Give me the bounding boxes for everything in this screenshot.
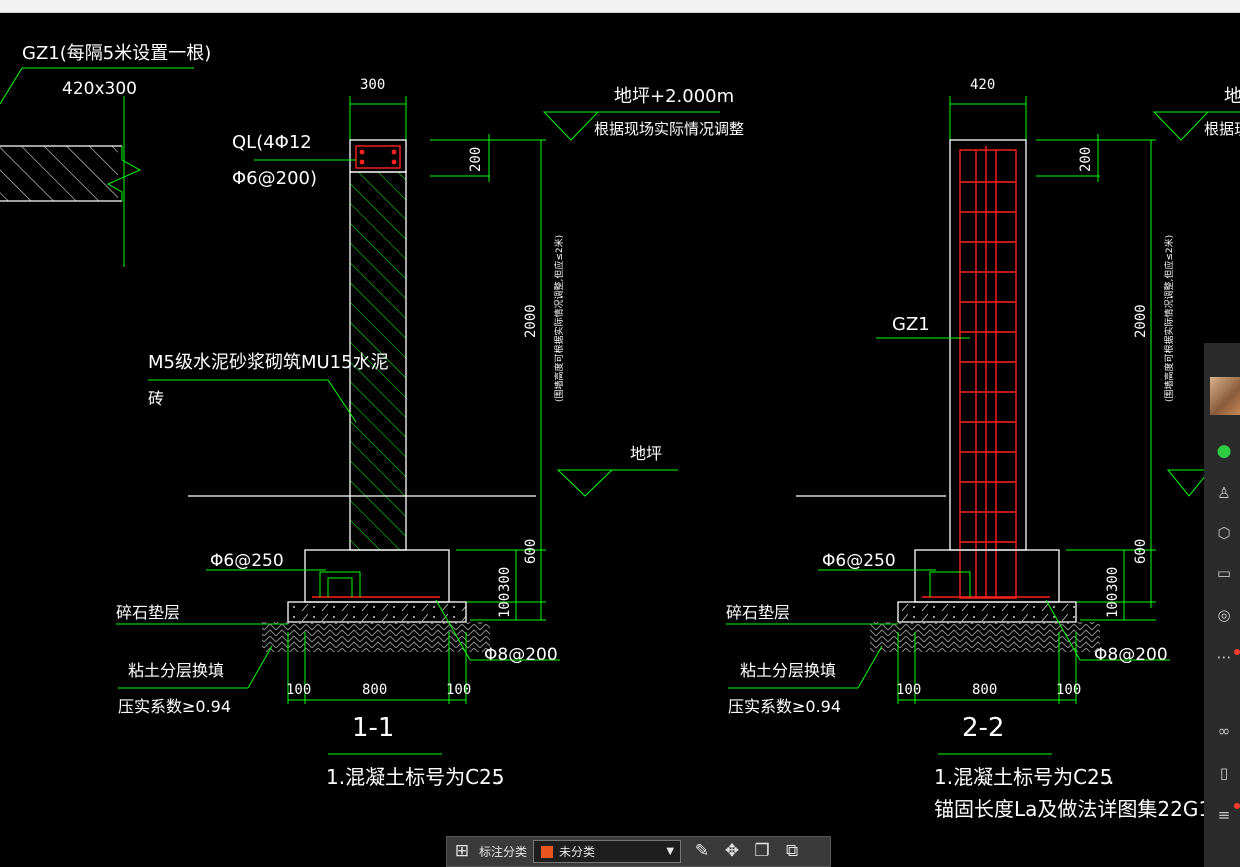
- annotation-toolbar: ⊞ 标注分类 未分类 ▼ ✎ ✥ ❐ ⧉: [446, 836, 831, 867]
- category-select[interactable]: 未分类 ▼: [533, 840, 682, 863]
- ground-level-label: 地坪+2.000m: [614, 86, 734, 107]
- ground-label: 地坪: [630, 444, 662, 463]
- left-partial-detail: GZ1(每隔5米设置一根) 420x300: [0, 43, 211, 267]
- dim-600: 600: [523, 539, 539, 564]
- clay-label: 粘土分层换填: [128, 661, 224, 680]
- base-left-dim: 100: [896, 682, 921, 698]
- chevron-down-icon: ▼: [666, 846, 675, 857]
- clay-label: 粘土分层换填: [740, 661, 836, 680]
- grid-icon[interactable]: ⊞: [447, 837, 477, 866]
- concrete-note: 1.混凝土标号为C25: [326, 765, 505, 789]
- top-width-dim: 300: [360, 77, 385, 93]
- dim-2000: 2000: [523, 304, 539, 338]
- base-right-dim: 100: [446, 682, 471, 698]
- anchor-note: 锚固长度La及做法详图集22G101: [934, 797, 1237, 821]
- cube-icon[interactable]: ⬡: [1214, 523, 1234, 543]
- chat-icon[interactable]: ●: [1214, 441, 1234, 461]
- cad-drawing-canvas[interactable]: GZ1(每隔5米设置一根) 420x300 300 地坪+2.000m 根据现场…: [0, 12, 1240, 867]
- column-stirrups: [960, 181, 1016, 543]
- section-2-2: 420 GZ1 200 2000 (围墙高度可根据实际情况调整,但应≤2米) Φ…: [726, 77, 1237, 821]
- wall-note-line1: M5级水泥砂浆砌筑MU15水泥: [148, 352, 389, 373]
- dim-200: 200: [468, 147, 484, 172]
- height-note: (围墙高度可根据实际情况调整,但应≤2米): [553, 235, 565, 402]
- side-panel: ● ♙ ⬡ ▭ ◎ ⋯ ∞ ▯ ≡: [1204, 343, 1240, 867]
- base-mid-dim: 800: [362, 682, 387, 698]
- ground-note-label-clipped: 根据现: [1204, 120, 1240, 138]
- dim-100: 100: [497, 593, 513, 618]
- contacts-icon[interactable]: ♙: [1214, 483, 1234, 503]
- ground-note-label: 根据现场实际情况调整: [594, 120, 744, 138]
- top-width-dim: 420: [970, 77, 995, 93]
- concrete-note-dot: .: [1108, 765, 1114, 789]
- phi8-label: Φ8@200: [1094, 645, 1168, 665]
- menu-icon[interactable]: ≡: [1214, 805, 1234, 825]
- compaction-label: 压实系数≥0.94: [118, 697, 231, 716]
- gravel-label: 碎石垫层: [726, 603, 790, 622]
- dim-100: 100: [1105, 593, 1121, 618]
- wall-note-line2: 砖: [148, 389, 164, 408]
- copy-icon[interactable]: ❐: [747, 837, 777, 866]
- dim-300: 300: [497, 567, 513, 592]
- category-color-swatch: [540, 844, 555, 859]
- stirrup-phi6-label: Φ6@250: [210, 551, 284, 571]
- section-title: 2-2: [962, 713, 1004, 743]
- dim-300: 300: [1105, 567, 1121, 592]
- dim-200: 200: [1078, 147, 1094, 172]
- dim-2000: 2000: [1133, 304, 1149, 338]
- ql-stirrup-label: Φ6@200): [232, 168, 317, 189]
- menu-notification-dot: [1234, 803, 1240, 809]
- gz1-size-label: 420x300: [62, 79, 137, 99]
- concrete-note-dot: .: [496, 765, 502, 789]
- base-right-dim: 100: [1056, 682, 1081, 698]
- concrete-note: 1.混凝土标号为C25: [934, 765, 1113, 789]
- thumbnail-image[interactable]: [1210, 377, 1240, 415]
- compaction-label: 压实系数≥0.94: [728, 697, 841, 716]
- more-icon[interactable]: ⋯: [1214, 647, 1234, 667]
- phone-icon[interactable]: ▯: [1214, 763, 1234, 783]
- edit-icon[interactable]: ✎: [687, 837, 717, 866]
- section-title: 1-1: [352, 713, 394, 743]
- base-left-dim: 100: [286, 682, 311, 698]
- miniprogram-icon[interactable]: ∞: [1214, 721, 1234, 741]
- category-select-value: 未分类: [559, 845, 596, 859]
- height-note: (围墙高度可根据实际情况调整,但应≤2米): [1163, 235, 1175, 402]
- toolbar-label: 标注分类: [479, 845, 528, 859]
- gravel-label: 碎石垫层: [116, 603, 180, 622]
- notification-dot: [1234, 649, 1240, 655]
- stirrup-phi6-label: Φ6@250: [822, 551, 896, 571]
- ground-level-label-clipped: 地: [1224, 86, 1240, 107]
- aperture-icon[interactable]: ◎: [1214, 605, 1234, 625]
- folder-icon[interactable]: ▭: [1214, 563, 1234, 583]
- paste-icon[interactable]: ⧉: [777, 837, 807, 866]
- ql-label: QL(4Φ12: [232, 132, 312, 153]
- base-mid-dim: 800: [972, 682, 997, 698]
- section-1-1: 300 地坪+2.000m 根据现场实际情况调整 QL(4Φ12 Φ6@200)…: [116, 77, 744, 789]
- gz1-label: GZ1: [892, 314, 930, 335]
- gz1-note-label: GZ1(每隔5米设置一根): [22, 43, 211, 64]
- phi8-label: Φ8@200: [484, 645, 558, 665]
- dim-600: 600: [1133, 539, 1149, 564]
- move-icon[interactable]: ✥: [717, 837, 747, 866]
